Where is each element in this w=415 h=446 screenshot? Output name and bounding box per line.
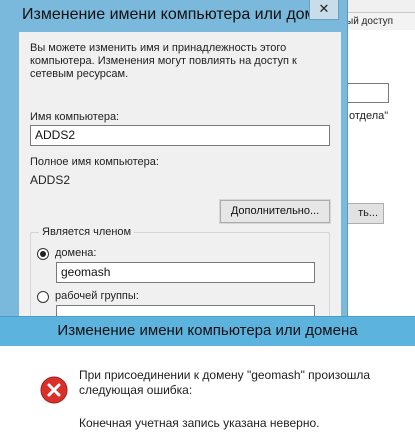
dialog-title: Изменение имени компьютера или доме <box>22 6 325 23</box>
dialog-description: Вы можете изменить имя и принадлежность … <box>30 42 297 80</box>
error-detail: Конечная учетная запись указана неверно. <box>79 416 320 430</box>
more-button[interactable]: Дополнительно... <box>219 199 331 224</box>
error-message: При присоединении к домену "geomash" про… <box>79 368 371 397</box>
domain-input[interactable]: geomash <box>56 262 315 283</box>
workgroup-radio-label[interactable]: рабочей группы: <box>55 290 139 302</box>
domain-radio-label[interactable]: домена: <box>55 247 96 259</box>
error-dialog-title: Изменение имени компьютера или домена <box>57 322 358 339</box>
full-name-value: ADDS2 <box>30 173 71 187</box>
error-icon <box>40 376 68 404</box>
full-name-label: Полное имя компьютера: <box>30 156 159 168</box>
example-text: отдела" <box>349 110 389 122</box>
member-of-group: Является членом домена: geomash рабочей … <box>30 226 330 323</box>
description-input[interactable] <box>347 83 389 103</box>
error-dialog-title-bar: Изменение имени компьютера или домена <box>0 316 415 346</box>
domain-radio[interactable] <box>37 248 49 260</box>
close-button[interactable]: ✕ <box>309 0 339 20</box>
properties-panel <box>337 30 415 316</box>
member-of-legend: Является членом <box>39 226 135 238</box>
computer-name-input[interactable]: ADDS2 <box>30 125 330 146</box>
tab-remote-access[interactable]: ый доступ <box>337 12 415 31</box>
error-dialog-body: При присоединении к домену "geomash" про… <box>0 346 415 446</box>
workgroup-radio[interactable] <box>37 291 49 303</box>
dialog-body: Вы можете изменить имя и принадлежность … <box>19 32 341 323</box>
computer-name-label: Имя компьютера: <box>30 111 120 123</box>
rename-computer-dialog: Изменение имени компьютера или доме ✕ Вы… <box>0 0 348 323</box>
